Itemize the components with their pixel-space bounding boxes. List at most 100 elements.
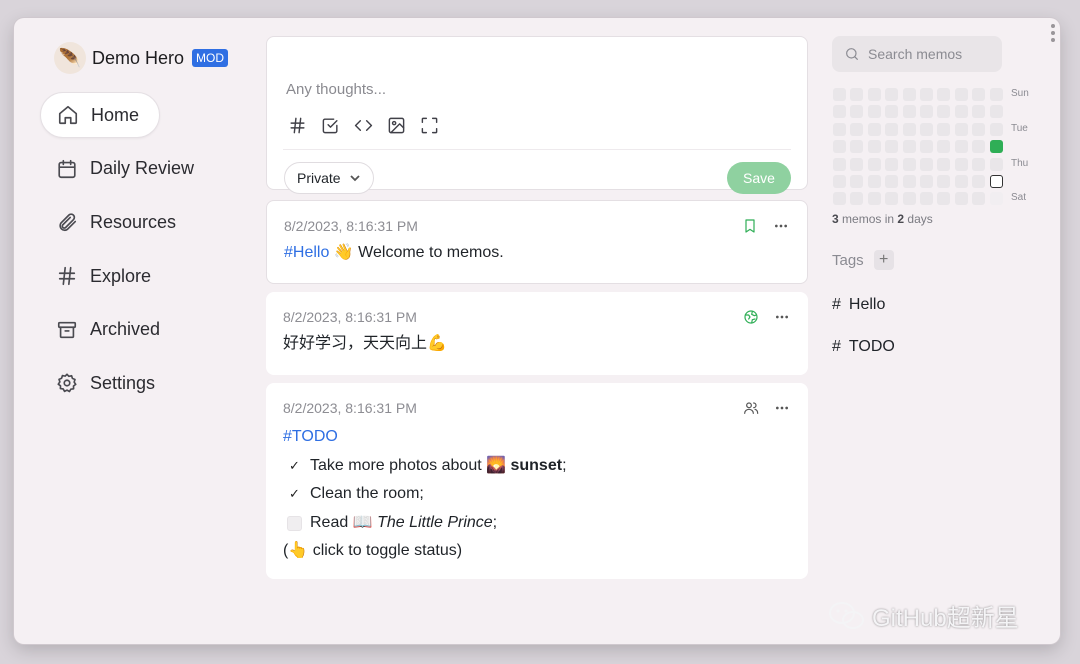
heatmap-cell[interactable] [867, 140, 881, 154]
heatmap-cell[interactable] [850, 192, 864, 206]
heatmap-cell[interactable] [833, 122, 846, 136]
heatmap-cell[interactable] [937, 175, 951, 188]
heatmap-cell[interactable] [989, 140, 1003, 154]
heatmap-cell[interactable] [920, 175, 933, 188]
heatmap-cell[interactable] [850, 175, 864, 188]
more-icon[interactable] [773, 218, 789, 234]
heatmap-cell[interactable] [885, 157, 899, 171]
heatmap-cell[interactable] [850, 157, 864, 171]
users-icon[interactable] [743, 400, 759, 416]
heatmap-cell[interactable] [850, 88, 864, 101]
heatmap-cell[interactable] [937, 140, 951, 154]
heatmap-cell[interactable] [833, 105, 846, 119]
heatmap-cell[interactable] [850, 122, 864, 136]
heatmap-cell[interactable] [833, 88, 846, 101]
nav-item-resources[interactable]: Resources [40, 199, 192, 245]
heatmap-cell[interactable] [920, 157, 933, 171]
heatmap-cell[interactable] [867, 105, 881, 119]
heatmap-cell[interactable] [954, 105, 968, 119]
more-icon[interactable] [774, 309, 790, 325]
fullscreen-icon[interactable] [420, 116, 439, 135]
heatmap-cell[interactable] [902, 140, 916, 154]
heatmap-cell[interactable] [989, 105, 1003, 119]
memo-timestamp[interactable]: 8/2/2023, 8:16:31 PM [283, 309, 417, 325]
heatmap-cell[interactable] [867, 157, 881, 171]
checkbox-unchecked[interactable] [287, 515, 302, 531]
memo-timestamp[interactable]: 8/2/2023, 8:16:31 PM [284, 218, 418, 234]
heatmap-cell[interactable] [902, 192, 916, 206]
heatmap-cell[interactable] [885, 140, 899, 154]
heatmap-cell[interactable] [885, 175, 899, 188]
heatmap-cell[interactable] [833, 175, 846, 188]
heatmap-cell[interactable] [833, 157, 846, 171]
heatmap-cell[interactable] [937, 192, 951, 206]
search-input[interactable]: Search memos [832, 36, 1002, 72]
heatmap-cell[interactable] [902, 105, 916, 119]
tag-item-todo[interactable]: # TODO [832, 338, 895, 356]
heatmap-cell[interactable] [954, 175, 968, 188]
heatmap-cell[interactable] [902, 175, 916, 188]
heatmap-cell[interactable] [937, 88, 951, 101]
heatmap-cell[interactable] [989, 175, 1003, 188]
nav-item-daily-review[interactable]: Daily Review [40, 146, 210, 192]
code-icon[interactable] [354, 116, 373, 135]
heatmap-cell[interactable] [902, 157, 916, 171]
memo-tag-link[interactable]: #Hello [284, 244, 329, 261]
heatmap-cell[interactable] [972, 122, 986, 136]
task-item[interactable]: ✓ Take more photos about 🌄 sunset; [283, 452, 566, 481]
heatmap-cell[interactable] [954, 88, 968, 101]
task-item[interactable]: ✓ Clean the room; [283, 480, 567, 509]
nav-item-explore[interactable]: Explore [40, 253, 167, 299]
heatmap-cell[interactable] [989, 157, 1003, 171]
heatmap-cell[interactable] [902, 122, 916, 136]
heatmap-cell[interactable] [954, 122, 968, 136]
nav-item-archived[interactable]: Archived [40, 307, 176, 353]
user-banner[interactable]: 🪶 Demo Hero MOD [54, 42, 229, 74]
heatmap-cell[interactable] [850, 140, 864, 154]
heatmap-cell[interactable] [885, 192, 899, 206]
heatmap-cell[interactable] [920, 105, 933, 119]
heatmap-cell[interactable] [920, 140, 933, 154]
heatmap-cell[interactable] [885, 122, 899, 136]
heatmap-cell[interactable] [989, 192, 1003, 206]
heatmap-cell[interactable] [867, 88, 881, 101]
heatmap-cell[interactable] [850, 105, 864, 119]
heatmap-cell[interactable] [972, 192, 986, 206]
heatmap-cell[interactable] [989, 88, 1003, 101]
heatmap-cell[interactable] [972, 175, 986, 188]
heatmap-cell[interactable] [972, 88, 986, 101]
memo-tag-link[interactable]: #TODO [283, 428, 338, 445]
heatmap-cell[interactable] [937, 157, 951, 171]
heatmap-cell[interactable] [937, 122, 951, 136]
hash-icon[interactable] [288, 116, 307, 135]
checkbox-checked[interactable]: ✓ [287, 458, 302, 473]
checkbox-checked[interactable]: ✓ [287, 486, 302, 502]
heatmap-cell[interactable] [920, 192, 933, 206]
add-tag-button[interactable]: + [873, 250, 894, 270]
heatmap-cell[interactable] [972, 157, 986, 171]
heatmap-cell[interactable] [885, 88, 899, 101]
heatmap-cell[interactable] [867, 122, 881, 136]
more-icon[interactable] [774, 400, 790, 416]
heatmap-cell[interactable] [989, 122, 1003, 136]
heatmap-cell[interactable] [972, 105, 986, 119]
memo-editor[interactable]: Any thoughts... Private Save [266, 36, 808, 194]
save-button[interactable]: Save [727, 162, 791, 194]
heatmap-cell[interactable] [954, 140, 968, 154]
bookmark-icon[interactable] [742, 218, 758, 234]
tag-item-hello[interactable]: # Hello [832, 296, 885, 314]
nav-item-settings[interactable]: Settings [40, 360, 171, 406]
heatmap-cell[interactable] [885, 105, 899, 119]
heatmap-cell[interactable] [867, 192, 881, 206]
heatmap-cell[interactable] [833, 192, 846, 206]
heatmap-cell[interactable] [920, 122, 933, 136]
memo-input-placeholder[interactable]: Any thoughts... [286, 81, 386, 98]
heatmap-cell[interactable] [954, 192, 968, 206]
checkbox-icon[interactable] [321, 116, 340, 135]
window-menu-dots[interactable] [1048, 24, 1058, 42]
nav-item-home[interactable]: Home [40, 92, 161, 138]
heatmap-cell[interactable] [867, 175, 881, 188]
heatmap-cell[interactable] [920, 88, 933, 101]
heatmap-cell[interactable] [954, 157, 968, 171]
heatmap-cell[interactable] [902, 88, 916, 101]
